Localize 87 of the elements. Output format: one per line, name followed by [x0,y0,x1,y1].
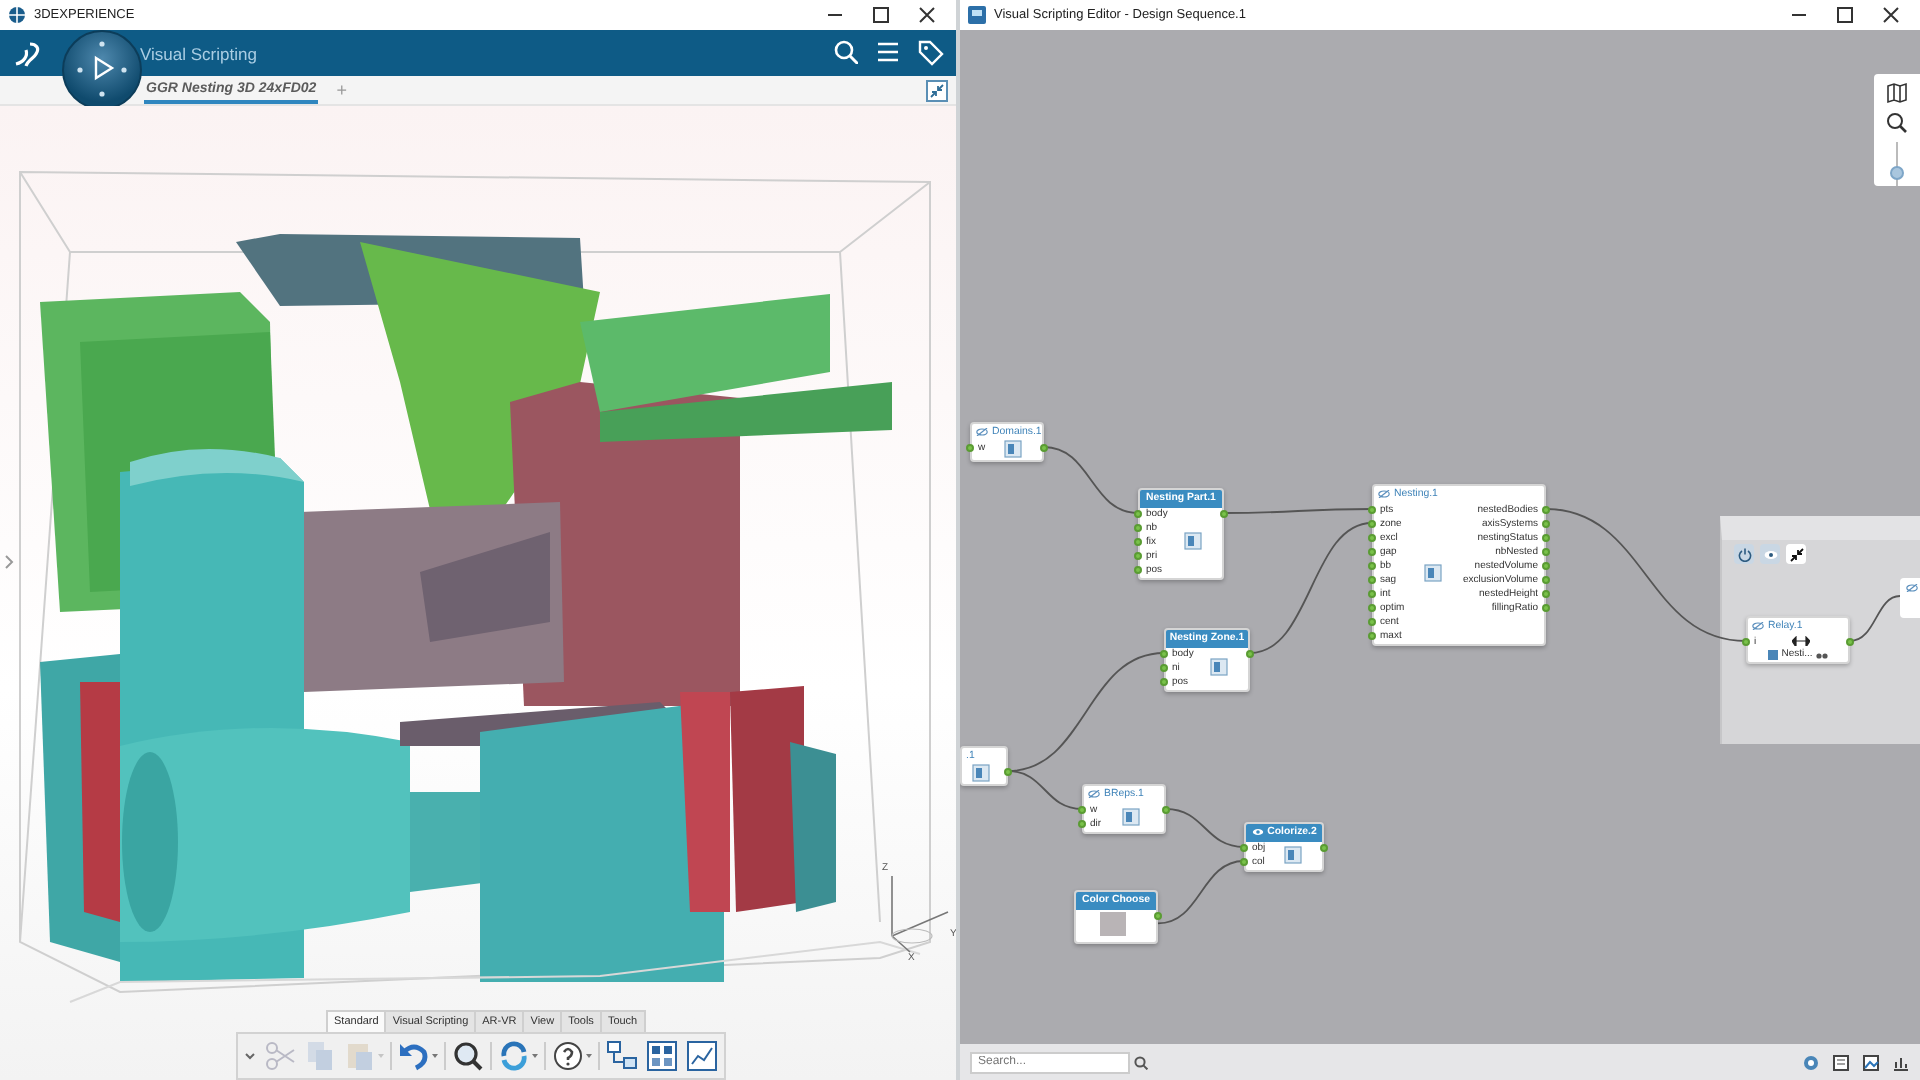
undo-button[interactable] [396,1038,440,1074]
zoom-button[interactable] [450,1038,486,1074]
node-background[interactable] [1082,784,1166,834]
input-port[interactable] [1742,637,1750,645]
node-background[interactable] [1244,822,1324,872]
document-icon[interactable] [1832,1053,1850,1071]
tag-icon[interactable] [918,40,944,66]
connector-line[interactable] [1007,770,1083,810]
output-port[interactable] [1220,509,1228,517]
grid-button[interactable] [644,1038,680,1074]
output-port[interactable] [1162,805,1170,813]
search-icon [1134,1055,1148,1069]
rotate-button[interactable] [496,1038,540,1074]
node-background[interactable] [1900,578,1920,618]
maximize-icon[interactable] [1836,6,1854,24]
close-icon[interactable] [1882,6,1900,24]
caret-icon [586,1054,592,1058]
copy-icon [304,1040,336,1072]
node-background[interactable] [1746,616,1850,664]
menu-icon[interactable] [876,40,900,64]
node-background[interactable] [1164,628,1250,692]
zoom-slider[interactable] [1888,142,1906,186]
output-port[interactable] [1154,911,1162,919]
rotate-icon [498,1040,530,1072]
maximize-icon[interactable] [872,6,890,24]
hidden-eye-icon[interactable] [976,427,988,435]
output-port[interactable] [1040,443,1048,451]
connector-line[interactable] [1043,446,1139,514]
power-button[interactable] [1734,544,1754,564]
output-port[interactable] [1846,637,1854,645]
connector-line[interactable] [1849,595,1901,642]
caret-icon [432,1054,438,1058]
node-thumbnail-icon [1122,807,1141,825]
chevron-right-icon[interactable] [4,554,14,570]
zoom-icon[interactable] [1886,112,1908,134]
help-button[interactable] [550,1038,594,1074]
color-swatch[interactable] [1099,912,1125,936]
collapse-button[interactable] [1786,544,1806,564]
node-thumbnail-icon [971,764,989,782]
paste-icon [344,1040,376,1072]
node-graph-icon [606,1040,638,1072]
app-name: Visual Scripting [140,43,259,63]
scissors-icon [264,1040,296,1072]
undo-icon [398,1040,430,1072]
hidden-eye-icon[interactable] [1752,621,1764,629]
bar-chart-icon[interactable] [1892,1053,1910,1071]
line-chart-icon [686,1040,718,1072]
node-background[interactable] [1138,488,1224,580]
connector-line[interactable] [1223,508,1373,514]
node-thumbnail-icon [1003,440,1022,458]
hidden-eye-icon[interactable] [1906,584,1918,592]
chart-button[interactable] [684,1038,720,1074]
graph-button[interactable] [604,1038,640,1074]
slider-thumb[interactable] [1890,165,1904,180]
search-icon[interactable] [834,40,858,64]
connector-line[interactable] [1157,860,1245,925]
eye-icon[interactable] [1251,827,1264,835]
node-thumbnail-icon [1210,658,1229,676]
hidden-eye-icon[interactable] [1088,789,1100,797]
caret-icon [532,1054,538,1058]
globe-icon [8,6,26,24]
zoom-icon [452,1040,484,1072]
node-thumbnail-icon [1184,532,1203,550]
connector-line[interactable] [1545,508,1747,642]
binoculars-icon[interactable] [1816,649,1829,659]
node-thumbnail-icon [1424,563,1443,581]
output-port[interactable] [1246,649,1254,657]
node-thumbnail-icon [1283,845,1302,863]
double-arrow-icon[interactable] [1792,636,1811,646]
brand-logo-icon [12,37,44,69]
output-port[interactable] [1004,767,1012,775]
grid-icon [646,1040,678,1072]
chevron-down-icon [244,1050,256,1062]
caret-icon [378,1054,384,1058]
hidden-eye-icon[interactable] [1378,489,1390,497]
output-port[interactable] [1320,843,1328,851]
app-icon [968,6,986,24]
close-icon[interactable] [918,6,936,24]
help-icon [552,1040,584,1072]
connector-line[interactable] [1165,808,1245,848]
image-icon[interactable] [1862,1053,1880,1071]
input-port[interactable] [966,443,974,451]
node-background[interactable] [1372,484,1546,646]
map-icon[interactable] [1886,82,1908,104]
expand-button[interactable] [242,1048,258,1064]
visibility-button[interactable] [1760,544,1780,564]
node-thumbnail-icon [1767,648,1778,660]
